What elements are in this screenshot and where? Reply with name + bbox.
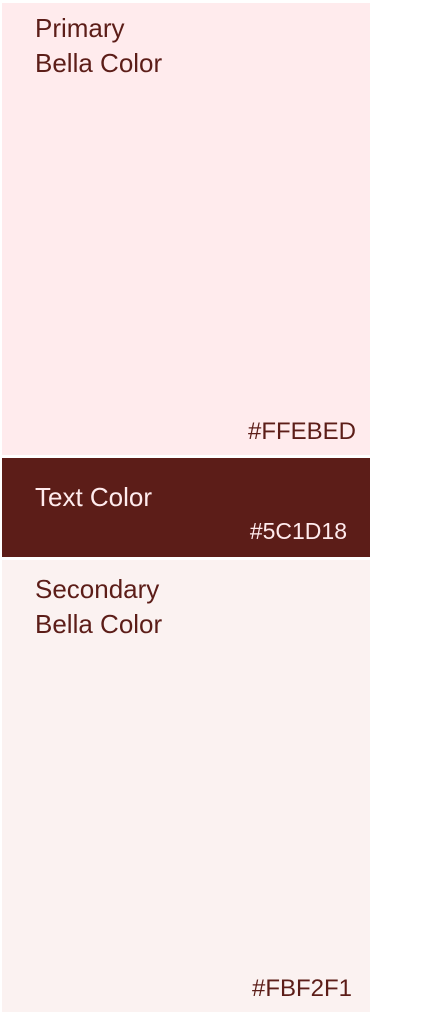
text-color-swatch: Text Color #5C1D18	[2, 458, 370, 557]
primary-color-swatch: Primary Bella Color #FFEBED	[2, 3, 370, 455]
swatch-name: Primary Bella Color	[35, 13, 163, 78]
swatch-name: Text Color	[35, 482, 153, 512]
swatch-hex-code: #FFEBED	[247, 418, 356, 445]
swatch-name: Secondary Bella Color	[35, 574, 163, 639]
secondary-color-swatch: Secondary Bella Color #FBF2F1	[2, 560, 370, 1012]
swatch-hex-code: #FBF2F1	[251, 975, 352, 1002]
swatch-hex-code: #5C1D18	[249, 518, 347, 544]
